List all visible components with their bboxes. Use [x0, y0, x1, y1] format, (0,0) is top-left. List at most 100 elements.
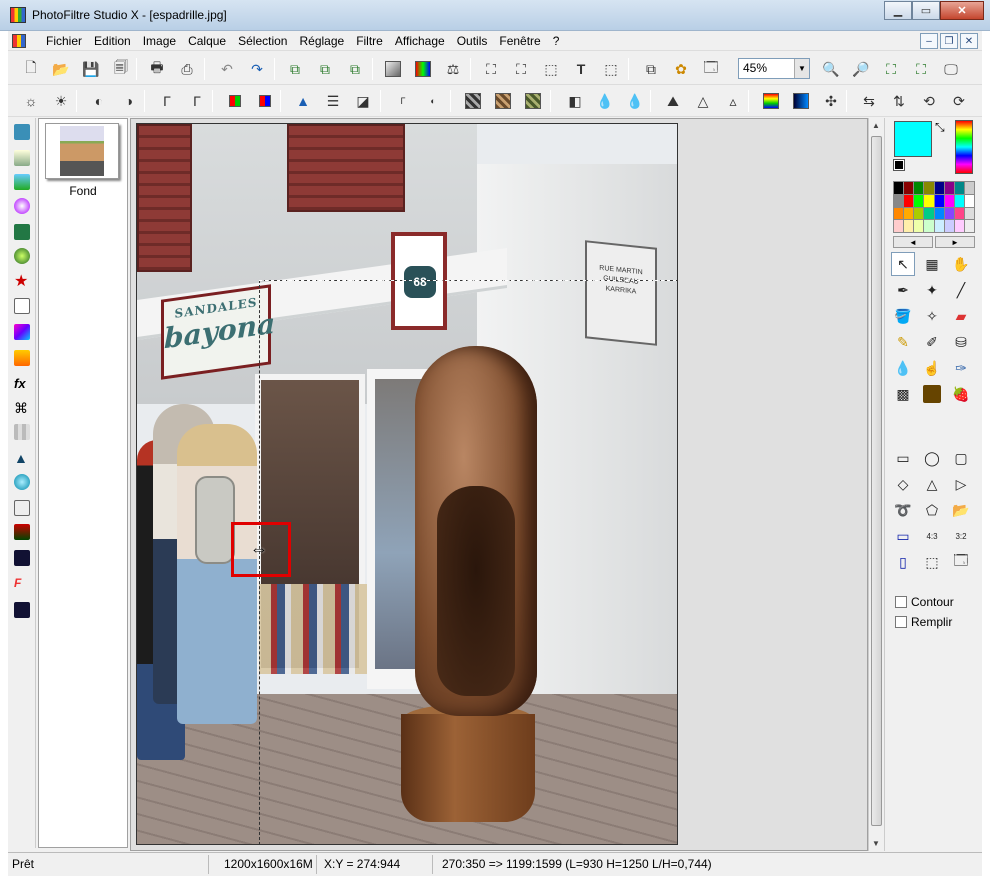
palette-swatch[interactable] [964, 182, 974, 194]
diamond-shape-icon[interactable]: ◇ [891, 472, 915, 496]
palette-swatch[interactable] [914, 207, 924, 220]
zoom-out-icon[interactable]: 🔎 [850, 58, 872, 80]
stamp-icon[interactable]: ⛁ [949, 330, 973, 354]
layer-manager-icon[interactable]: ⧉ [640, 58, 662, 80]
palette-swatch[interactable] [944, 207, 954, 220]
menu-fenetre[interactable]: Fenêtre [493, 34, 546, 48]
save-icon[interactable]: 💾 [80, 58, 102, 80]
menu-outils[interactable]: Outils [451, 34, 494, 48]
new-file-icon[interactable]: 🗋 [20, 58, 42, 80]
rounded-rect-shape-icon[interactable]: ▢ [949, 446, 973, 470]
curves-icon[interactable]: ☰ [322, 90, 344, 112]
open-file-icon[interactable]: 📂 [50, 58, 72, 80]
palette-swatch[interactable] [924, 194, 934, 207]
palette-swatch[interactable] [904, 207, 914, 220]
chevron-down-icon[interactable]: ▼ [794, 59, 809, 78]
ellipse-shape-icon[interactable]: ◯ [920, 446, 944, 470]
transform-icon[interactable]: ⬚ [600, 58, 622, 80]
menu-selection[interactable]: Sélection [232, 34, 293, 48]
eyedropper-icon[interactable]: ✒ [891, 278, 915, 302]
palette-swatch[interactable] [924, 182, 934, 194]
palette-swatch[interactable] [894, 207, 904, 220]
monitor-icon[interactable] [14, 524, 30, 540]
contrast-down-icon[interactable]: ◐ [88, 90, 110, 112]
palette-swatch[interactable] [964, 220, 974, 232]
blur-drop-icon[interactable]: 💧 [891, 356, 915, 380]
menu-image[interactable]: Image [137, 34, 182, 48]
menu-affichage[interactable]: Affichage [389, 34, 451, 48]
auto-levels-icon[interactable]: Γ [392, 90, 414, 112]
palette-next-button[interactable]: ► [935, 236, 975, 248]
magic-wand-icon[interactable]: ✦ [920, 278, 944, 302]
flip-horizontal-icon[interactable]: ⇆ [858, 90, 880, 112]
zoom-in-icon[interactable]: 🔍 [820, 58, 842, 80]
palette-swatch[interactable] [954, 194, 964, 207]
sphere-icon[interactable] [14, 198, 30, 214]
layer-thumbnail[interactable] [45, 123, 119, 179]
function-icon[interactable]: fx [14, 376, 30, 392]
image-size-icon[interactable]: ⛶ [480, 58, 502, 80]
paint-bucket-icon[interactable]: 🪣 [891, 304, 915, 328]
open-shape-icon[interactable]: 📂 [949, 498, 973, 522]
rectangle-shape-icon[interactable]: ▭ [891, 446, 915, 470]
contour-checkbox[interactable] [895, 596, 907, 608]
lasso-icon[interactable]: ➰ [891, 498, 915, 522]
line-tool-icon[interactable]: ╱ [949, 278, 973, 302]
remplir-checkbox-row[interactable]: Remplir [895, 615, 952, 629]
blur-icon[interactable]: 💧 [594, 90, 616, 112]
menu-reglage[interactable]: Réglage [293, 34, 350, 48]
emboss-icon[interactable]: ⛰ [662, 90, 684, 112]
flip-vertical-icon[interactable]: ⇅ [888, 90, 910, 112]
dodge-icon[interactable]: ✑ [949, 356, 973, 380]
menu-fichier[interactable]: Fichier [40, 34, 88, 48]
undo-icon[interactable]: ↶ [216, 58, 238, 80]
selection-frame-icon[interactable]: ⬚ [920, 550, 944, 574]
fade-icon[interactable] [790, 90, 812, 112]
palette-swatch[interactable] [894, 194, 904, 207]
palette-swatch[interactable] [914, 182, 924, 194]
selection-window-icon[interactable]: 🗔 [949, 550, 973, 574]
sharpen-icon[interactable]: 💧 [624, 90, 646, 112]
texture-icon[interactable]: ✣ [820, 90, 842, 112]
save-html-icon[interactable] [14, 602, 30, 618]
clover-icon[interactable]: ⌘ [14, 400, 30, 416]
filter-3-icon[interactable] [522, 90, 544, 112]
palette-swatch[interactable] [934, 194, 944, 207]
doc-minimize-button[interactable]: – [920, 33, 938, 49]
selection-tool-icon[interactable]: ↖ [891, 252, 915, 276]
menu-filtre[interactable]: Filtre [350, 34, 389, 48]
spray-icon[interactable]: ✧ [920, 304, 944, 328]
print-icon[interactable]: 🖶 [146, 58, 168, 80]
globe-icon[interactable] [14, 248, 30, 264]
paste-new-icon[interactable]: ⧉ [344, 58, 366, 80]
brightness-down-icon[interactable]: ☼ [20, 90, 42, 112]
palette-swatch[interactable] [914, 220, 924, 232]
brightness-up-icon[interactable]: ☀ [50, 90, 72, 112]
actual-size-icon[interactable]: ⛶ [910, 58, 932, 80]
auto-contrast-icon[interactable]: ◐ [422, 90, 444, 112]
swap-colors-icon[interactable]: ⤡ [935, 120, 945, 135]
save-as-icon[interactable]: 🗐 [110, 58, 132, 80]
advanced-brush-icon[interactable]: ✐ [920, 330, 944, 354]
magic-select-icon[interactable]: ▦ [920, 252, 944, 276]
palette-swatch[interactable] [954, 220, 964, 232]
circle-tool-icon[interactable] [14, 474, 30, 490]
color-palette[interactable] [893, 181, 975, 233]
palette-swatch[interactable] [924, 220, 934, 232]
crop-icon[interactable]: ⬚ [540, 58, 562, 80]
triangle-right-shape-icon[interactable]: ▷ [949, 472, 973, 496]
fullscreen-icon[interactable]: 🖵 [940, 58, 962, 80]
grid-icon[interactable] [14, 424, 30, 440]
camera-icon[interactable] [14, 224, 30, 240]
ratio-3-2-icon[interactable]: 3:2 [949, 524, 973, 548]
doc-restore-button[interactable]: ❐ [940, 33, 958, 49]
batch-icon[interactable] [14, 150, 30, 166]
close-button[interactable]: ✕ [940, 1, 984, 20]
background-color-swatch[interactable] [893, 159, 905, 171]
palette-swatch[interactable] [964, 194, 974, 207]
vertical-scrollbar[interactable]: ▲ ▼ [868, 118, 884, 851]
gamma-down-icon[interactable]: Γ [156, 90, 178, 112]
palette-icon[interactable] [412, 58, 434, 80]
scan-icon[interactable]: ⎙ [176, 58, 198, 80]
zoom-select[interactable]: 45% ▼ [738, 58, 810, 79]
